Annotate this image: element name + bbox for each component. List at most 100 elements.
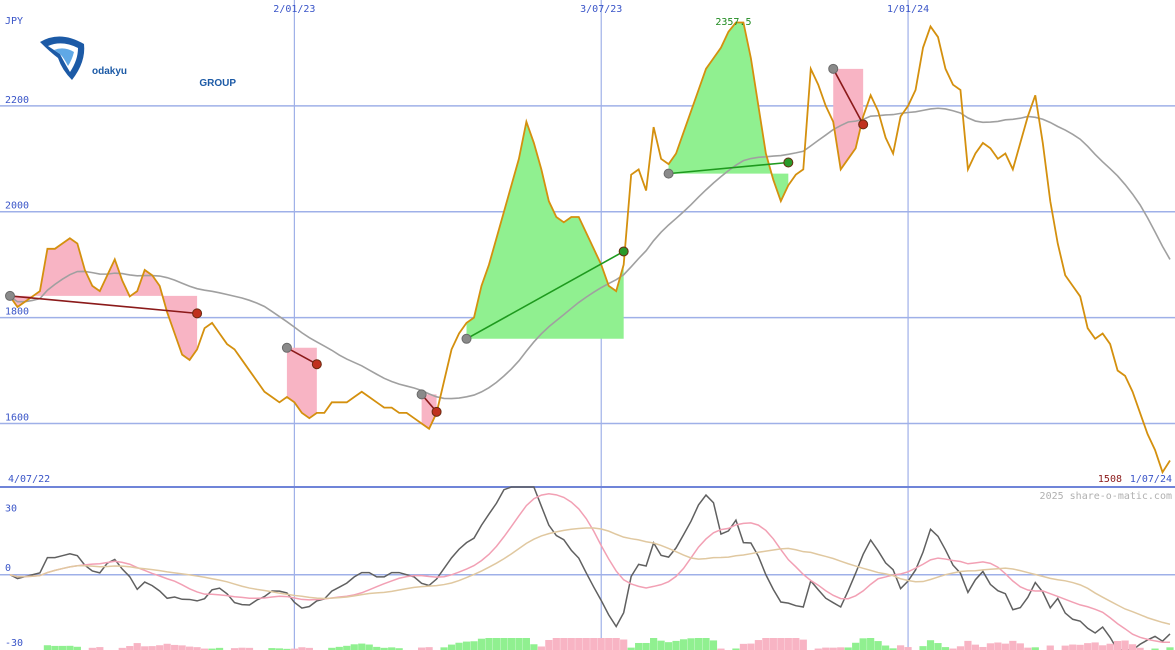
momentum-bar-132 [994, 642, 1002, 650]
momentum-bar-80 [605, 638, 613, 650]
momentum-bar-21 [163, 643, 171, 650]
currency-label: JPY [5, 16, 23, 27]
momentum-bar-141 [1061, 645, 1069, 650]
min-price-label: 1508 [1098, 474, 1122, 485]
trade-exit-marker-0 [192, 308, 203, 319]
momentum-bar-61 [462, 641, 471, 650]
momentum-bar-123 [926, 640, 935, 650]
momentum-bar-67 [507, 638, 516, 650]
momentum-bar-81 [612, 638, 620, 650]
momentum-bar-106 [799, 639, 807, 650]
momentum-bar-142 [1069, 644, 1077, 650]
momentum-bar-68 [515, 638, 523, 650]
momentum-bar-148 [1114, 640, 1122, 650]
trade-entry-marker-1 [281, 342, 292, 353]
momentum-bar-48 [365, 644, 373, 650]
trade-areas [10, 22, 864, 429]
price-tick-label-1800: 1800 [5, 307, 29, 318]
momentum-bar-99 [747, 643, 755, 650]
company-logo: odakyu GROUP [40, 36, 236, 89]
momentum-bar-24 [186, 646, 194, 650]
momentum-bar-47 [358, 643, 366, 650]
momentum-bar-74 [560, 638, 568, 650]
credit-text: 2025 share-o-matic.com [1040, 491, 1172, 502]
momentum-bar-115 [867, 638, 875, 650]
momentum-bar-100 [754, 640, 762, 650]
momentum-bar-16 [126, 646, 134, 650]
end-date-label: 1/07/24 [1130, 474, 1172, 485]
momentum-bar-77 [582, 638, 590, 650]
momentum-bar-18 [141, 646, 149, 650]
momentum-bar-114 [859, 638, 867, 650]
momentum-bar-62 [470, 641, 478, 650]
momentum-bar-76 [575, 638, 583, 650]
momentum-bar-131 [986, 643, 994, 650]
momentum-bar-85 [642, 642, 650, 650]
momentum-bar-128 [964, 640, 972, 650]
momentum-bar-70 [530, 644, 538, 650]
momentum-bar-105 [792, 638, 800, 650]
momentum-bar-20 [156, 645, 164, 650]
momentum-bar-64 [485, 638, 493, 650]
momentum-bar-145 [1091, 642, 1099, 650]
momentum-bar-86 [650, 638, 658, 650]
momentum-bar-90 [679, 639, 688, 650]
oscillator-line-2 [9, 527, 1171, 625]
trade-entry-marker-3 [461, 333, 472, 344]
momentum-bar-63 [477, 638, 486, 650]
momentum-bar-117 [882, 645, 890, 650]
momentum-bar-102 [769, 638, 777, 650]
oscillator-layer [9, 486, 1174, 650]
price-tick-label-2200: 2200 [5, 95, 29, 106]
momentum-bar-150 [1128, 644, 1137, 650]
momentum-bar-69 [522, 638, 530, 650]
trade-area-1 [286, 347, 317, 419]
momentum-bar-23 [178, 645, 186, 650]
stock-chart: 1600 1800 2000 2200 2/01/23 3/07/23 1/01/24 30… [0, 0, 1175, 650]
momentum-bar-65 [492, 638, 501, 650]
momentum-bar-45 [343, 645, 351, 650]
momentum-bar-139 [1046, 645, 1054, 650]
momentum-bar-149 [1121, 640, 1129, 650]
momentum-bar-122 [919, 646, 927, 650]
momentum-bar-92 [694, 638, 703, 650]
trade-area-3 [466, 121, 624, 339]
momentum-bar-89 [672, 640, 680, 650]
trade-entry-marker-5 [828, 63, 839, 74]
momentum-bar-91 [687, 638, 695, 650]
date-tick-label-3/07/23: 3/07/23 [580, 4, 622, 15]
momentum-bar-144 [1084, 643, 1092, 650]
momentum-bar-73 [552, 638, 560, 650]
trade-entry-marker-0 [5, 290, 15, 301]
momentum-bar-75 [567, 638, 575, 650]
oscillator-tick-label--30: -30 [5, 638, 23, 649]
momentum-bar-8 [66, 645, 74, 650]
momentum-bar-66 [500, 638, 508, 650]
trade-entry-marker-2 [416, 389, 427, 400]
momentum-bar-17 [133, 643, 141, 650]
momentum-bar-60 [455, 642, 463, 650]
price-tick-label-1600: 1600 [5, 412, 29, 423]
trade-exit-marker-5 [858, 119, 869, 130]
momentum-bar-143 [1076, 644, 1084, 650]
date-tick-label-1/01/24: 1/01/24 [887, 4, 929, 15]
momentum-bar-94 [709, 640, 718, 650]
momentum-bar-129 [971, 644, 980, 650]
momentum-bar-134 [1009, 640, 1017, 650]
oscillator-tick-label-0: 0 [5, 563, 11, 574]
oscillator-tick-label-30: 30 [5, 504, 17, 515]
momentum-bar-101 [762, 638, 770, 650]
momentum-bar-6 [51, 645, 59, 650]
momentum-bar-119 [896, 645, 905, 650]
momentum-bar-22 [171, 644, 179, 650]
date-tick-label-2/01/23: 2/01/23 [273, 4, 315, 15]
momentum-bar-135 [1016, 643, 1024, 650]
start-date-label: 4/07/22 [8, 474, 50, 485]
oscillator-line-1 [9, 493, 1171, 644]
logo-group-text: GROUP [199, 78, 236, 89]
trade-entry-marker-4 [663, 168, 674, 179]
trade-area-4 [668, 22, 789, 202]
trade-exit-marker-4 [783, 157, 794, 168]
trade-exit-marker-3 [618, 246, 629, 257]
momentum-bar-116 [874, 641, 882, 650]
